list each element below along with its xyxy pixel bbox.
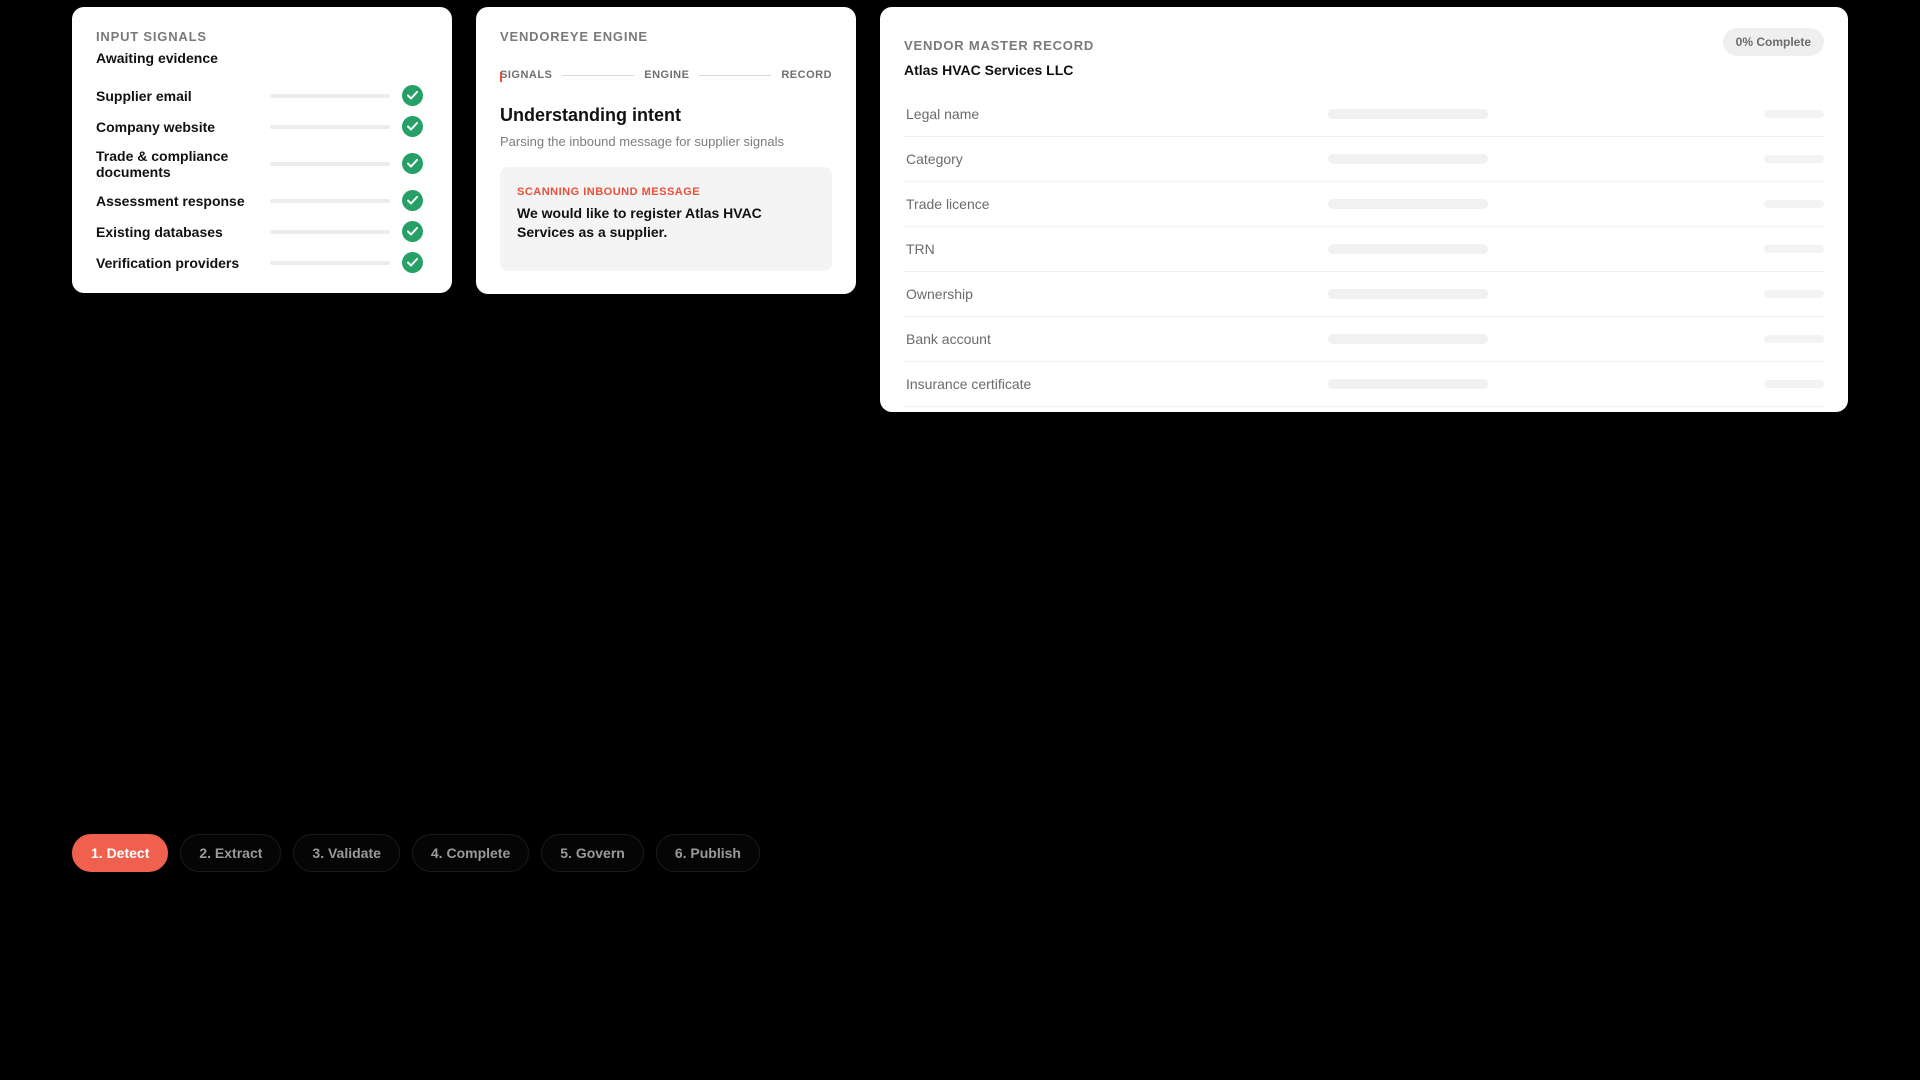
- record-field-label: Ownership: [906, 286, 973, 302]
- vendor-name: Atlas HVAC Services LLC: [904, 62, 1074, 78]
- signal-row-company-website: Company website: [96, 111, 428, 142]
- engine-card: VENDOREYE ENGINE SIGNALS ENGINE RECORD U…: [476, 7, 856, 294]
- engine-title-eyebrow: VENDOREYE ENGINE: [500, 29, 648, 44]
- record-value-placeholder: [1328, 289, 1488, 299]
- record-status-placeholder: [1764, 335, 1824, 343]
- check-circle-icon: [402, 221, 423, 242]
- signal-list: Supplier email Company website Trade & c…: [96, 80, 428, 278]
- record-field-label: Trade licence: [906, 196, 990, 212]
- signal-label: Company website: [96, 118, 216, 135]
- stage-publish-button[interactable]: 6. Publish: [655, 834, 760, 872]
- record-status-placeholder: [1764, 245, 1824, 253]
- record-value-placeholder: [1328, 199, 1488, 209]
- signal-label: Verification providers: [96, 254, 240, 271]
- record-value-placeholder: [1328, 244, 1488, 254]
- record-value-placeholder: [1328, 154, 1488, 164]
- signal-progress-bar: [270, 198, 390, 203]
- record-row-insurance-certificate: Insurance certificate: [904, 362, 1824, 407]
- step-connector: [562, 74, 635, 76]
- record-status-placeholder: [1764, 200, 1824, 208]
- record-value-placeholder: [1328, 379, 1488, 389]
- record-field-label: Bank account: [906, 331, 991, 347]
- check-circle-icon: [402, 153, 423, 174]
- record-status-placeholder: [1764, 155, 1824, 163]
- step-progress-marker: [500, 72, 502, 82]
- signal-row-supplier-email: Supplier email: [96, 80, 428, 111]
- signal-label: Existing databases: [96, 223, 223, 240]
- input-signals-title: INPUT SIGNALS: [96, 29, 207, 44]
- signal-label: Supplier email: [96, 87, 192, 104]
- engine-step-tracker: SIGNALS ENGINE RECORD: [500, 69, 833, 82]
- completion-badge: 0% Complete: [1722, 28, 1824, 56]
- record-row-ownership: Ownership: [904, 272, 1824, 317]
- record-row-trade-licence: Trade licence: [904, 182, 1824, 227]
- check-circle-icon: [402, 252, 423, 273]
- check-circle-icon: [402, 85, 423, 106]
- record-field-label: TRN: [906, 241, 935, 257]
- check-circle-icon: [402, 190, 423, 211]
- stage-detect-button[interactable]: 1. Detect: [72, 834, 169, 872]
- record-field-label: Insurance certificate: [906, 376, 1032, 392]
- record-row-category: Category: [904, 137, 1824, 182]
- signal-row-verification-providers: Verification providers: [96, 247, 428, 278]
- step-signals: SIGNALS: [500, 69, 553, 81]
- signal-progress-bar: [270, 260, 390, 265]
- engine-stage-title: Understanding intent: [500, 105, 681, 125]
- signal-row-existing-databases: Existing databases: [96, 216, 428, 247]
- vendor-record-fields: Legal name Category Trade licence TRN Ow…: [904, 92, 1824, 407]
- record-field-label: Legal name: [906, 106, 980, 122]
- step-connector: [699, 74, 772, 76]
- signal-progress-bar: [270, 93, 390, 98]
- record-status-placeholder: [1764, 290, 1824, 298]
- vendor-record-card: VENDOR MASTER RECORD 0% Complete Atlas H…: [880, 7, 1848, 412]
- record-row-legal-name: Legal name: [904, 92, 1824, 137]
- signal-label: Assessment response: [96, 192, 245, 209]
- stage-validate-button[interactable]: 3. Validate: [293, 834, 400, 872]
- record-status-placeholder: [1764, 110, 1824, 118]
- step-engine: ENGINE: [644, 69, 690, 81]
- signal-progress-bar: [270, 124, 390, 129]
- stage-govern-button[interactable]: 5. Govern: [541, 834, 644, 872]
- vendor-record-title: VENDOR MASTER RECORD: [904, 37, 1095, 53]
- signal-progress-bar: [270, 161, 390, 166]
- signal-label: Trade & compliance documents: [96, 147, 229, 180]
- signal-row-assessment-response: Assessment response: [96, 185, 428, 216]
- input-signals-card: INPUT SIGNALS Awaiting evidence Supplier…: [72, 7, 452, 293]
- signal-row-trade-compliance: Trade & compliance documents: [96, 142, 428, 185]
- record-value-placeholder: [1328, 109, 1488, 119]
- stage-complete-button[interactable]: 4. Complete: [411, 834, 530, 872]
- record-field-label: Category: [906, 151, 963, 167]
- record-status-placeholder: [1764, 380, 1824, 388]
- check-circle-icon: [402, 116, 423, 137]
- input-signals-status: Awaiting evidence: [96, 50, 218, 66]
- stage-extract-button[interactable]: 2. Extract: [180, 834, 282, 872]
- scan-label: SCANNING INBOUND MESSAGE: [517, 186, 701, 198]
- engine-stage-description: Parsing the inbound message for supplier…: [500, 134, 785, 149]
- stage-navigation: 1. Detect 2. Extract 3. Validate 4. Comp…: [72, 834, 760, 872]
- scan-message: We would like to register Atlas HVAC Ser…: [517, 205, 762, 240]
- signal-progress-bar: [270, 229, 390, 234]
- record-value-placeholder: [1328, 334, 1488, 344]
- step-record: RECORD: [781, 69, 833, 81]
- record-row-trn: TRN: [904, 227, 1824, 272]
- record-row-bank-account: Bank account: [904, 317, 1824, 362]
- scan-message-box: SCANNING INBOUND MESSAGE We would like t…: [500, 167, 832, 271]
- vendor-record-header: VENDOR MASTER RECORD 0% Complete: [904, 28, 1824, 56]
